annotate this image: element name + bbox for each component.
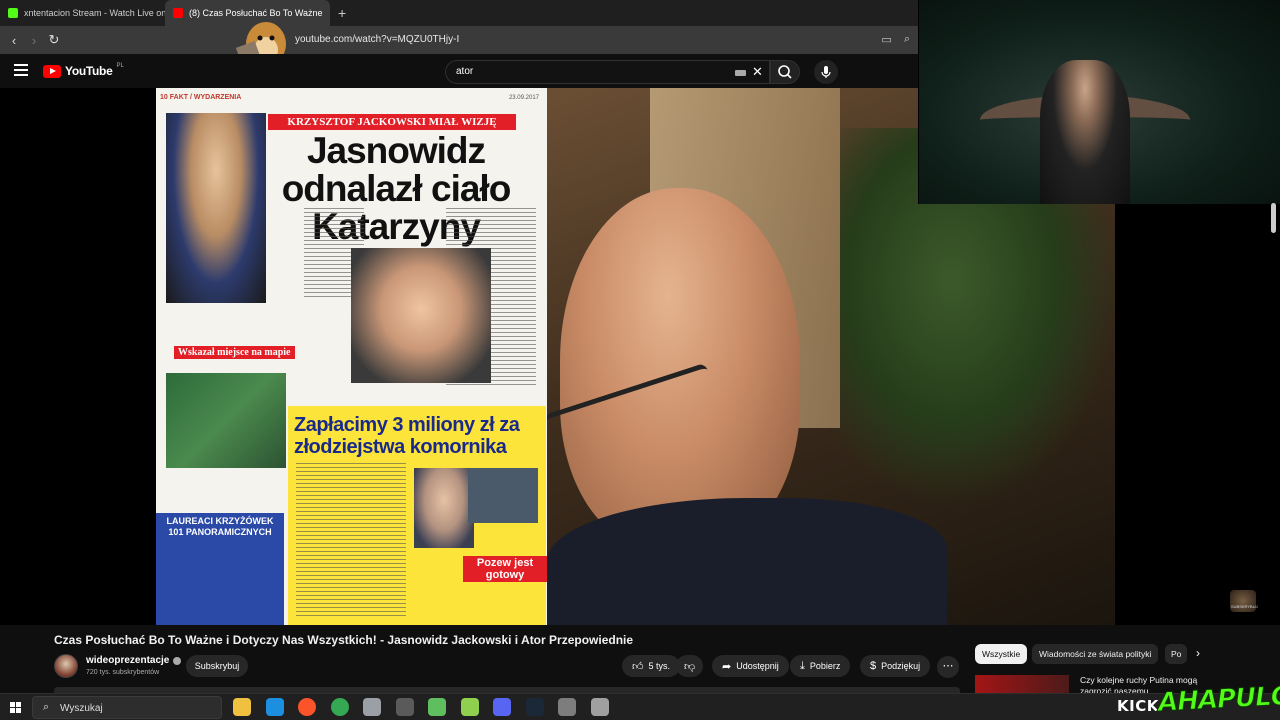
newspaper-crossword-title: LAUREACI KRZYŻÓWEK 101 PANORAMICZNYCH	[166, 516, 274, 537]
voice-search-button[interactable]	[814, 60, 838, 84]
app-5-taskbar-icon[interactable]	[363, 698, 381, 716]
taskbar-search-placeholder: Wyszukaj	[60, 703, 103, 714]
youtube-logo[interactable]: YouTube PL	[43, 63, 124, 78]
channel-name[interactable]: wideoprezentacje	[86, 655, 182, 666]
chip-more[interactable]: Po	[1165, 644, 1187, 664]
thanks-button[interactable]: $ Podziękuj	[860, 655, 931, 677]
watermark-label: SUBSKRYBUJ	[1231, 604, 1258, 609]
tab-kick-stream[interactable]: xntentacion Stream - Watch Live on K	[0, 0, 165, 26]
thumbs-down-icon: 👎︎	[684, 660, 696, 673]
download-label: Pobierz	[809, 661, 841, 671]
newspaper-photo-man	[351, 248, 491, 383]
app-8-taskbar-icon[interactable]	[460, 698, 479, 716]
newspaper-photo-komornik	[468, 468, 538, 523]
discord-taskbar-icon[interactable]	[493, 698, 511, 716]
newspaper-subheadline: Zapłacimy 3 miliony zł za złodziejstwa k…	[294, 414, 520, 458]
thumbs-up-icon: 👍︎	[632, 660, 644, 673]
app-12-taskbar-icon[interactable]	[590, 698, 609, 716]
app-11-taskbar-icon[interactable]	[558, 698, 576, 716]
youtube-play-icon	[43, 64, 61, 78]
edge-taskbar-icon[interactable]	[265, 698, 284, 716]
new-tab-button[interactable]: +	[330, 5, 354, 21]
download-button[interactable]: ⤓ Pobierz	[790, 655, 851, 677]
file-explorer-taskbar-icon[interactable]	[233, 698, 251, 716]
youtube-wordmark: YouTube	[65, 64, 113, 78]
search-box[interactable]: ator ✕	[445, 60, 770, 84]
chip-all[interactable]: Wszystkie	[975, 644, 1028, 664]
chip-politics[interactable]: Wiadomości ze świata polityki	[1032, 644, 1159, 664]
newspaper-date: 23.09.2017	[508, 95, 539, 101]
back-icon[interactable]: ‹	[4, 33, 24, 48]
address-bar: ‹ › ↻ youtube.com/watch?v=MQZU0THjy-I ▭ …	[0, 26, 918, 54]
kick-label: KICK	[1117, 697, 1159, 715]
chevron-right-icon[interactable]: ›	[1196, 646, 1200, 660]
recommended-thumbnail[interactable]	[975, 675, 1069, 695]
newspaper-photo-elderly	[414, 468, 474, 548]
clear-search-icon[interactable]: ✕	[752, 64, 763, 80]
forward-icon[interactable]: ›	[24, 33, 44, 48]
more-actions-icon[interactable]: ⋯	[937, 656, 959, 678]
menu-icon[interactable]	[14, 64, 28, 76]
youtube-header: YouTube PL ator ✕	[0, 54, 918, 88]
webcam-streamer	[1040, 60, 1130, 204]
obs-taskbar-icon[interactable]	[395, 698, 414, 716]
share-label: Udostępnij	[736, 661, 779, 671]
thanks-icon: $	[870, 660, 877, 672]
microphone-icon	[821, 66, 831, 78]
page-scrollbar[interactable]	[1271, 203, 1276, 233]
steam-taskbar-icon[interactable]	[525, 698, 544, 716]
share-button[interactable]: ➦ Udostępnij	[712, 655, 789, 677]
like-count: 5 tys.	[648, 661, 671, 671]
verified-icon	[173, 656, 182, 665]
newspaper-map-photo	[166, 373, 286, 468]
download-icon: ⤓	[800, 659, 805, 672]
search-button[interactable]	[770, 60, 800, 84]
chrome-taskbar-icon[interactable]	[330, 698, 349, 716]
subscriber-count: 720 tys. subskrybentów	[86, 669, 160, 676]
video-speaker-shirt	[547, 498, 947, 625]
windows-taskbar: ⌕ Wyszukaj	[0, 693, 1280, 720]
search-icon	[778, 65, 792, 79]
reload-icon[interactable]: ↻	[44, 32, 64, 48]
keyboard-icon[interactable]	[735, 70, 746, 76]
taskbar-search[interactable]: ⌕ Wyszukaj	[32, 696, 222, 719]
cast-icon[interactable]: ▭	[881, 33, 891, 46]
region-label: PL	[116, 63, 124, 69]
browser-tab-bar: xntentacion Stream - Watch Live on K (8)…	[0, 0, 918, 26]
video-title: Czas Posłuchać Bo To Ważne i Dotyczy Nas…	[54, 633, 634, 647]
newspaper-page-info: 10 FAKT / WYDARZENIA	[160, 94, 242, 101]
newspaper-map-caption: Wskazał miejsce na mapie	[174, 346, 295, 359]
share-icon: ➦	[722, 660, 732, 673]
newspaper-body-text	[296, 463, 406, 618]
url-field[interactable]: youtube.com/watch?v=MQZU0THjy-I	[295, 34, 459, 45]
kick-favicon-icon	[8, 8, 18, 18]
newspaper-pozew-label: Pozew jest gotowy	[463, 556, 547, 582]
dislike-button[interactable]: 👎︎	[676, 655, 704, 677]
app-7-taskbar-icon[interactable]	[428, 698, 446, 716]
newspaper-kicker: KRZYSZTOF JACKOWSKI MIAŁ WIZJĘ	[268, 114, 516, 130]
like-button[interactable]: 👍︎ 5 tys.	[622, 655, 681, 677]
subscribe-button[interactable]: Subskrybuj	[186, 655, 248, 677]
thanks-label: Podziękuj	[881, 661, 921, 671]
newspaper-clipping: 10 FAKT / WYDARZENIA 23.09.2017 KRZYSZTO…	[156, 88, 547, 625]
windows-start-icon[interactable]	[10, 702, 21, 713]
youtube-favicon-icon	[173, 8, 183, 18]
search-input[interactable]: ator	[456, 66, 473, 77]
search-icon: ⌕	[43, 701, 50, 713]
tab-title: xntentacion Stream - Watch Live on K	[24, 8, 165, 18]
zoom-icon[interactable]: ⌕	[904, 33, 910, 46]
video-info-section: Czas Posłuchać Bo To Ważne i Dotyczy Nas…	[0, 625, 1280, 696]
channel-avatar[interactable]	[54, 654, 78, 678]
brave-taskbar-icon[interactable]	[298, 698, 316, 716]
video-speaker-head	[560, 188, 800, 548]
